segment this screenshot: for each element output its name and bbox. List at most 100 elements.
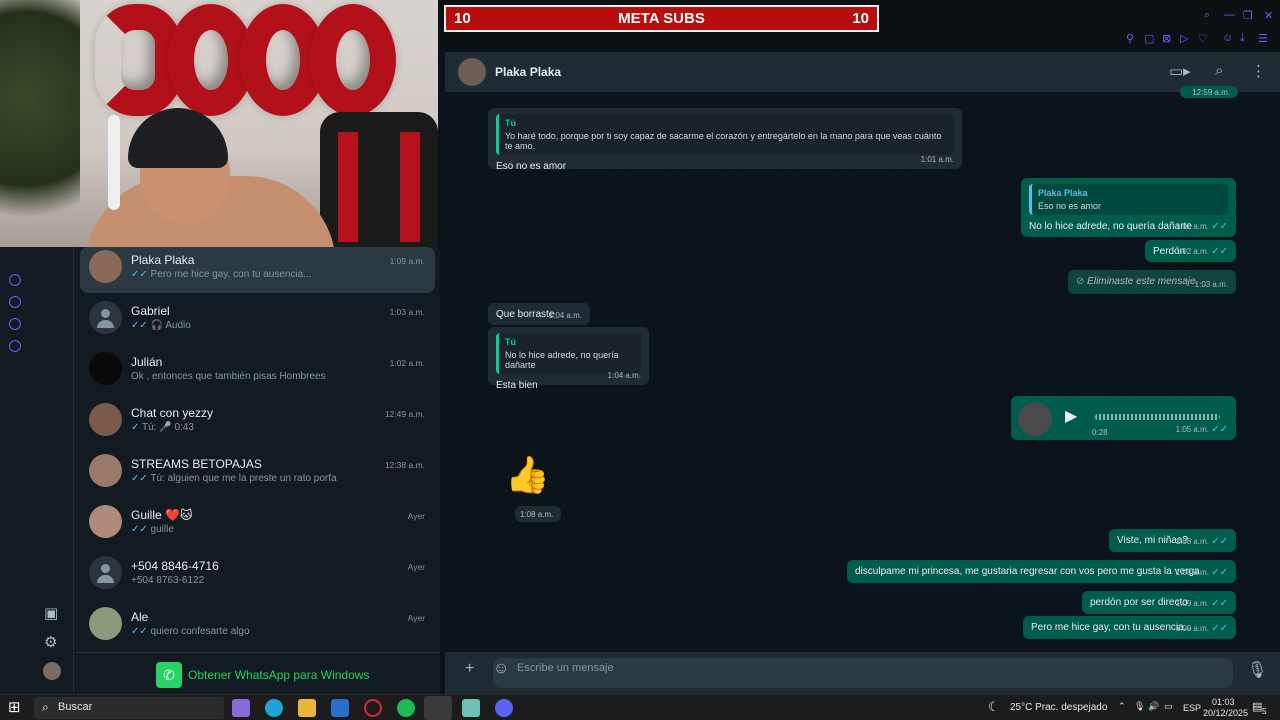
chat-preview: ✓ Tú: 🎤 0:43 — [131, 422, 194, 433]
play-icon[interactable]: ▶ — [1065, 406, 1077, 426]
gear-icon[interactable]: ⚙ — [44, 633, 57, 651]
quote-text: Yo haré todo, porque por ti soy capaz de… — [505, 131, 942, 151]
message-bubble-out[interactable]: perdón por ser directo 1:09 a.m. ✓✓ — [1082, 591, 1236, 614]
chat-time: 1:03 a.m. — [389, 307, 425, 317]
message-time: 1:08 a.m. ✓✓ — [1175, 536, 1228, 547]
get-app-banner[interactable]: ✆ Obtener WhatsApp para Windows — [74, 652, 440, 694]
gaming-chair — [320, 112, 438, 247]
chat-header[interactable]: Plaka Plaka ▭▸ ⌕ ⋮ — [445, 52, 1280, 92]
volume-icon[interactable]: 🔊 — [1148, 701, 1159, 712]
quoted-message[interactable]: Plaka Plaka Eso no es amor — [1029, 184, 1228, 215]
chat-name: STREAMS BETOPAJAS — [131, 457, 262, 471]
messenger-icon[interactable] — [9, 318, 21, 330]
message-bubble-out[interactable]: Viste, mi niñaa? 1:08 a.m. ✓✓ — [1109, 529, 1236, 552]
chat-name: Plaka Plaka — [131, 253, 195, 267]
get-app-link[interactable]: Obtener WhatsApp para Windows — [188, 668, 369, 682]
user-icon[interactable]: ☺ — [1222, 32, 1233, 44]
message-text: Pero me hice gay, con tu ausencia... — [1031, 622, 1193, 633]
media-icon[interactable]: ▣ — [44, 604, 58, 622]
chat-time: 12:49 a.m. — [384, 409, 425, 419]
screenshot-icon[interactable]: ▢ — [1144, 32, 1154, 45]
notification-icon[interactable]: ▤ — [1252, 700, 1262, 713]
search-icon[interactable]: ⌕ — [1215, 62, 1223, 79]
message-bubble-out[interactable]: Plaka Plaka Eso no es amor No lo hice ad… — [1021, 178, 1236, 237]
close-icon[interactable]: ✕ — [1264, 9, 1273, 22]
chat-item-guille[interactable]: Guille ❤️🐱 Ayer ✓✓ guille — [80, 502, 435, 548]
file-explorer-icon[interactable] — [298, 699, 316, 717]
chevron-up-icon[interactable]: ⌃ — [1118, 701, 1126, 712]
message-bubble-out[interactable]: disculpame mi princesa, me gustaria regr… — [847, 560, 1236, 583]
deleted-message[interactable]: ⊘ Eliminaste este mensaje. 1:03 a.m. — [1068, 270, 1236, 294]
chat-item-ale[interactable]: Ale Ayer ✓✓ quiero confesarte algo — [80, 604, 435, 650]
preview-text: Audio — [165, 320, 191, 331]
edge-icon[interactable] — [265, 699, 283, 717]
read-ticks-icon: ✓✓ — [1211, 246, 1228, 257]
read-ticks-icon: ✓✓ — [131, 473, 148, 484]
quoted-message[interactable]: Tú No lo hice adrede, no quería dañarte — [496, 333, 641, 374]
chat-item-plaka[interactable]: Plaka Plaka 1:09 a.m. ✓✓ Pero me hice ga… — [80, 247, 435, 293]
chat-item-phone[interactable]: +504 8846-4716 Ayer +504 8763-6122 — [80, 553, 435, 599]
contact-avatar[interactable] — [458, 58, 486, 86]
chat-item-yezzy[interactable]: Chat con yezzy 12:49 a.m. ✓ Tú: 🎤 0:43 — [80, 400, 435, 446]
attach-plus-icon[interactable]: + — [465, 660, 474, 678]
message-time: 1:01 a.m. — [920, 155, 954, 164]
message-bubble-in[interactable]: Tú No lo hice adrede, no quería dañarte … — [488, 327, 649, 391]
history-icon[interactable] — [9, 296, 21, 308]
quoted-message[interactable]: Tú Yo haré todo, porque por ti soy capaz… — [496, 114, 954, 155]
pin-icon[interactable]: ⚲ — [1126, 32, 1134, 45]
play-icon[interactable]: ▷ — [1180, 32, 1188, 45]
quote-author: Plaka Plaka — [1038, 188, 1088, 198]
minimize-icon[interactable]: — — [1224, 9, 1235, 21]
contact-name[interactable]: Plaka Plaka — [495, 65, 561, 79]
chat-item-gabriel[interactable]: Gabriel 1:03 a.m. ✓✓ 🎧 Audio — [80, 298, 435, 344]
meta-subs-banner: 10 META SUBS 10 — [444, 5, 879, 32]
profile-avatar[interactable] — [43, 662, 61, 680]
language-indicator[interactable]: ESP — [1183, 703, 1201, 713]
read-ticks-icon: ✓✓ — [1211, 221, 1228, 232]
spotify-icon[interactable] — [397, 699, 415, 717]
windows-start-icon[interactable]: ⊞ — [8, 698, 26, 716]
thumbs-up-sticker[interactable]: 👍 — [505, 454, 550, 496]
clock-time[interactable]: 01:03 — [1212, 697, 1235, 707]
emoji-icon[interactable]: ☺ — [493, 660, 509, 678]
read-ticks-icon: ✓✓ — [131, 269, 148, 280]
deleted-icon: ⊘ — [1076, 276, 1085, 287]
menu-icon[interactable]: ☰ — [1258, 32, 1268, 45]
restore-icon[interactable]: ❐ — [1243, 9, 1253, 22]
quote-text: Eso no es amor — [1038, 201, 1102, 211]
message-bubble-in[interactable]: Que borraste 1:04 a.m. — [488, 303, 590, 325]
weather-text[interactable]: 25°C Prac. despejado — [1010, 702, 1107, 713]
message-bubble-out[interactable]: Pero me hice gay, con tu ausencia... 1:0… — [1023, 616, 1236, 639]
mail-icon[interactable] — [331, 699, 349, 717]
add-icon[interactable] — [9, 274, 21, 286]
quote-author: Tú — [505, 337, 516, 347]
message-time: 12:59 a.m. — [1192, 88, 1230, 97]
copilot-icon[interactable] — [232, 699, 250, 717]
screen: 10 META SUBS 10 ⌕ — ❐ ✕ ⚲ ▢ ⊠ ▷ ♡ ☺ ⤓ ☰ … — [0, 0, 1280, 720]
message-bubble-in[interactable]: Tú Yo haré todo, porque por ti soy capaz… — [488, 108, 962, 172]
block-icon[interactable]: ⊠ — [1162, 32, 1171, 45]
more-options-icon[interactable]: ⋮ — [1251, 62, 1266, 80]
message-bubble-out[interactable]: Perdón 1:02 a.m. ✓✓ — [1145, 240, 1236, 262]
heart-icon[interactable]: ♡ — [1198, 32, 1208, 45]
obs-icon[interactable] — [424, 696, 452, 720]
download-icon[interactable]: ⤓ — [1240, 32, 1245, 45]
microphone-icon[interactable]: 🎙 — [1134, 701, 1145, 712]
waveform[interactable] — [1095, 414, 1220, 420]
discord-icon[interactable] — [495, 699, 513, 717]
notepad-icon[interactable] — [462, 699, 480, 717]
voice-message[interactable]: ▶ 0:28 1:05 a.m. ✓✓ — [1011, 396, 1236, 440]
settings-icon[interactable] — [9, 340, 21, 352]
opera-icon[interactable] — [364, 699, 382, 717]
clock-date[interactable]: 20/12/2025 — [1203, 708, 1248, 718]
chat-item-julian[interactable]: Julián 1:02 a.m. Ok , entonces que tambi… — [80, 349, 435, 395]
video-call-icon[interactable]: ▭▸ — [1169, 62, 1191, 80]
network-icon[interactable]: ▭ — [1164, 701, 1173, 712]
avatar — [89, 301, 122, 334]
read-ticks-icon: ✓✓ — [1211, 536, 1228, 547]
webcam-overlay — [0, 0, 438, 247]
chat-item-streams[interactable]: STREAMS BETOPAJAS 12:38 a.m. ✓✓ Tú: algu… — [80, 451, 435, 497]
avatar — [89, 403, 122, 436]
microphone-icon[interactable]: 🎙 — [1247, 660, 1267, 680]
search-icon[interactable]: ⌕ — [1204, 9, 1210, 22]
